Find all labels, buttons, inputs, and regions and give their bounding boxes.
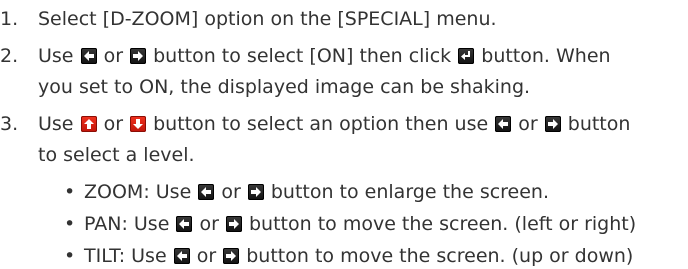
bullet-marker: •	[64, 181, 76, 203]
text-segment: you set to ON, the displayed image can b…	[38, 76, 531, 98]
right-arrow-icon	[544, 116, 561, 132]
left-arrow-icon	[173, 248, 190, 264]
list-number: 2.	[0, 45, 19, 67]
text-segment: or	[97, 113, 130, 135]
text-segment: or	[215, 181, 247, 203]
bullet-marker: •	[64, 213, 76, 235]
left-arrow-icon	[176, 216, 193, 232]
text-segment: TILT: Use	[84, 245, 173, 267]
text-segment: button to select an option then use	[147, 113, 495, 135]
text-segment: Use	[38, 113, 80, 135]
text-segment: ZOOM: Use	[84, 181, 198, 203]
text-segment: Select [D-ZOOM] option on the [SPECIAL] …	[38, 8, 497, 30]
right-arrow-icon	[130, 48, 147, 64]
text-segment: button to enlarge the screen.	[264, 181, 550, 203]
list-number: 3.	[0, 113, 19, 135]
list-item-text: Select [D-ZOOM] option on the [SPECIAL] …	[38, 7, 497, 31]
list-item-text: Use or button to select an option then u…	[38, 112, 630, 136]
list-item-text: Use or button to select [ON] then click …	[38, 44, 611, 68]
right-arrow-icon	[225, 216, 242, 232]
text-segment: or	[97, 45, 130, 67]
right-arrow-icon	[223, 248, 240, 264]
up-arrow-icon	[80, 116, 97, 132]
text-segment: button to move the screen. (left or righ…	[242, 213, 637, 235]
bullet-text: TILT: Use or button to move the screen. …	[84, 244, 633, 268]
text-segment: button. When	[475, 45, 611, 67]
text-segment: or	[193, 213, 225, 235]
left-arrow-icon	[495, 116, 512, 132]
text-segment: button	[561, 113, 631, 135]
right-arrow-icon	[247, 184, 264, 200]
down-arrow-icon	[130, 116, 147, 132]
text-segment: button to move the screen. (up or down)	[240, 245, 634, 267]
list-number: 1.	[0, 8, 19, 30]
list-item-text: you set to ON, the displayed image can b…	[38, 75, 530, 99]
list-item-text: to select a level.	[38, 143, 195, 167]
enter-icon	[458, 48, 475, 64]
left-arrow-icon	[80, 48, 97, 64]
text-segment: or	[512, 113, 544, 135]
text-segment: Use	[38, 45, 80, 67]
text-segment: PAN: Use	[84, 213, 176, 235]
bullet-marker: •	[64, 245, 76, 267]
text-segment: or	[190, 245, 223, 267]
text-segment: to select a level.	[38, 144, 195, 166]
left-arrow-icon	[198, 184, 215, 200]
bullet-text: PAN: Use or button to move the screen. (…	[84, 212, 636, 236]
text-segment: button to select [ON] then click	[147, 45, 458, 67]
bullet-text: ZOOM: Use or button to enlarge the scree…	[84, 180, 549, 204]
